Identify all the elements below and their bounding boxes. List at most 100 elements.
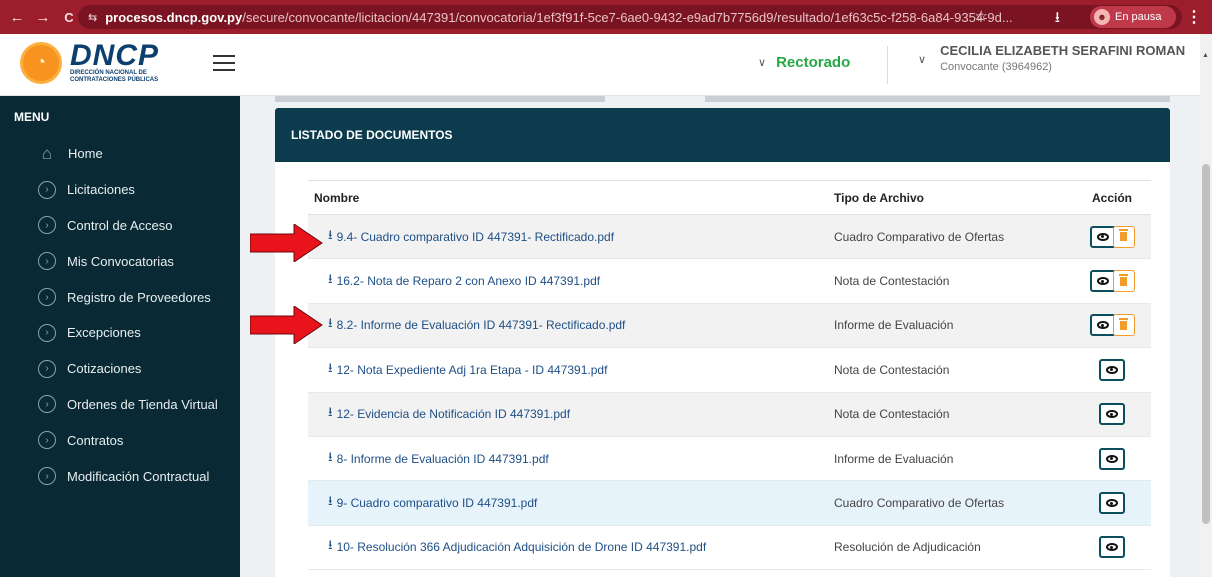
url-host: procesos.dncp.gov.py — [105, 9, 243, 25]
doc-name-cell: ⭳ 10- Resolución 366 Adjudicación Adquisi… — [308, 525, 828, 571]
dncp-logo[interactable]: ◔ DNCP DIRECCIÓN NACIONAL DE CONTRATACIO… — [20, 39, 160, 84]
download-icon: ⭳ — [328, 404, 333, 420]
doc-name: 12- Evidencia de Notificación ID 447391.… — [336, 407, 571, 422]
back-icon[interactable]: ← — [4, 9, 30, 26]
doc-type: Nota de Contestación — [828, 392, 1073, 437]
sidebar-item-mis-convocatorias[interactable]: › Mis Convocatorias — [0, 243, 240, 279]
view-button[interactable] — [1099, 358, 1125, 381]
doc-type: Informe de Evaluación — [828, 303, 1073, 349]
table-row: ⭳ 16.2- Nota de Reparo 2 con Anexo ID 447… — [308, 258, 1151, 304]
doc-name-cell: ⭳ 8- Informe de Evaluación ID 447391.pdf — [308, 436, 828, 482]
download-icon[interactable]: ⭳ — [1055, 7, 1060, 32]
download-icon: ⭳ — [328, 359, 333, 375]
hamburger-menu-icon[interactable] — [213, 55, 235, 71]
doc-actions — [1073, 392, 1151, 437]
sidebar-item-ordenes-tienda[interactable]: › Ordenes de Tienda Virtual — [0, 387, 240, 423]
sidebar-item-label: Registro de Proveedores — [67, 289, 211, 305]
bookmark-star-icon[interactable]: ☆ — [975, 7, 988, 25]
doc-name: 12- Nota Expediente Adj 1ra Etapa - ID 4… — [336, 362, 608, 377]
view-button[interactable] — [1099, 492, 1125, 515]
delete-button[interactable] — [1112, 270, 1135, 293]
sidebar-item-modificacion[interactable]: › Modificación Contractual — [0, 458, 240, 494]
doc-name-cell: ⭳ 8.2- Informe de Evaluación ID 447391- R… — [308, 303, 828, 349]
doc-download-link[interactable]: ⭳ 10- Resolución 366 Adjudicación Adquisi… — [314, 536, 706, 558]
doc-name: 16.2- Nota de Reparo 2 con Anexo ID 4473… — [336, 274, 601, 289]
logo-title: DNCP — [70, 39, 160, 72]
sidebar-item-registro-proveedores[interactable]: › Registro de Proveedores — [0, 279, 240, 315]
main-content: LISTADO DE DOCUMENTOS Nombre Tipo de Arc… — [240, 96, 1200, 577]
table-row: ⭳ 8.2- Informe de Evaluación ID 447391- R… — [308, 303, 1151, 349]
trash-icon — [1119, 317, 1128, 330]
table-row: ⭳ 12- Evidencia de Notificación ID 447391… — [308, 392, 1151, 437]
doc-type: Informe de Evaluación — [828, 436, 1073, 482]
chevron-down-icon: ∨ — [758, 57, 767, 69]
doc-type: Nota de Contestación — [828, 258, 1073, 304]
chevron-circle-icon: › — [38, 252, 56, 271]
sidebar-item-cotizaciones[interactable]: › Cotizaciones — [0, 351, 240, 387]
address-bar[interactable]: ⇆ procesos.dncp.gov.py/secure/convocante… — [78, 5, 1182, 29]
view-button[interactable] — [1089, 225, 1116, 248]
doc-name-cell: ⭳ 9- Cuadro comparativo ID 447391.pdf — [308, 480, 828, 526]
doc-download-link[interactable]: ⭳ 12- Evidencia de Notificación ID 447391… — [314, 403, 570, 425]
chevron-down-icon: ∨ — [918, 54, 927, 66]
view-button[interactable] — [1099, 536, 1125, 559]
doc-name-cell: ⭳ 16.2- Nota de Reparo 2 con Anexo ID 447… — [308, 258, 828, 304]
user-menu[interactable]: ∨ CECILIA ELIZABETH SERAFINI ROMAN Convo… — [918, 43, 1185, 73]
doc-download-link[interactable]: ⭳ 8.2- Informe de Evaluación ID 447391- R… — [314, 314, 625, 336]
url-path: /secure/convocante/licitacion/447391/con… — [242, 9, 1013, 25]
doc-download-link[interactable]: ⭳ 9- Cuadro comparativo ID 447391.pdf — [314, 492, 537, 514]
org-selector[interactable]: ∨ Rectorado — [758, 54, 850, 71]
col-action: Acción — [1073, 180, 1151, 215]
download-icon: ⭳ — [328, 226, 333, 242]
view-button[interactable] — [1089, 314, 1116, 337]
app-header: ◔ DNCP DIRECCIÓN NACIONAL DE CONTRATACIO… — [0, 34, 1212, 96]
scroll-up-icon[interactable]: ▲ — [1202, 52, 1209, 59]
profile-button[interactable]: ☻ En pausa — [1090, 6, 1176, 28]
tab-next[interactable] — [705, 96, 1170, 102]
tab-previous[interactable] — [275, 96, 605, 102]
doc-actions — [1073, 480, 1151, 526]
browser-menu-icon[interactable]: ⋮ — [1186, 7, 1202, 27]
eye-icon — [1106, 410, 1118, 419]
delete-button[interactable] — [1112, 225, 1135, 248]
table-row: ⭳ 9.4- Cuadro comparativo ID 447391- Rect… — [308, 214, 1151, 260]
doc-download-link[interactable]: ⭳ 8- Informe de Evaluación ID 447391.pdf — [314, 448, 549, 470]
doc-name: 9.4- Cuadro comparativo ID 447391- Recti… — [336, 229, 615, 244]
view-button[interactable] — [1099, 403, 1125, 426]
chevron-circle-icon: › — [38, 359, 56, 378]
doc-type: Cuadro Comparativo de Ofertas — [828, 214, 1073, 260]
doc-name-cell: ⭳ 9.4- Cuadro comparativo ID 447391- Rect… — [308, 214, 828, 260]
sidebar-item-label: Modificación Contractual — [67, 468, 210, 484]
forward-icon[interactable]: → — [30, 9, 56, 26]
sidebar-item-contratos[interactable]: › Contratos — [0, 422, 240, 458]
doc-name: 8- Informe de Evaluación ID 447391.pdf — [336, 451, 549, 466]
page-scrollbar[interactable]: ▲ — [1200, 34, 1212, 577]
sidebar-item-label: Excepciones — [67, 325, 141, 341]
table-row: ⭳ 10- Resolución 366 Adjudicación Adquisi… — [308, 525, 1151, 571]
logo-emblem-icon: ◔ — [20, 42, 62, 84]
sidebar-item-licitaciones[interactable]: › Licitaciones — [0, 172, 240, 208]
doc-download-link[interactable]: ⭳ 9.4- Cuadro comparativo ID 447391- Rect… — [314, 226, 614, 248]
sidebar: MENU ⌂ Home › Licitaciones › Control de … — [0, 96, 240, 577]
eye-icon — [1106, 543, 1118, 552]
doc-name-cell: ⭳ 12- Evidencia de Notificación ID 447391… — [308, 392, 828, 437]
menu-heading: MENU — [14, 110, 50, 124]
doc-download-link[interactable]: ⭳ 12- Nota Expediente Adj 1ra Etapa - ID … — [314, 359, 607, 381]
site-info-icon[interactable]: ⇆ — [88, 11, 97, 24]
documents-table: Nombre Tipo de Archivo Acción ⭳ 9.4- Cuad… — [308, 180, 1151, 571]
view-button[interactable] — [1099, 447, 1125, 470]
sidebar-item-home[interactable]: ⌂ Home — [0, 136, 240, 172]
logo-subtitle-2: CONTRATACIONES PÚBLICAS — [70, 77, 159, 83]
sidebar-item-label: Home — [68, 146, 103, 162]
doc-name: 8.2- Informe de Evaluación ID 447391- Re… — [336, 318, 626, 333]
sidebar-item-excepciones[interactable]: › Excepciones — [0, 315, 240, 351]
sidebar-item-control-acceso[interactable]: › Control de Acceso — [0, 208, 240, 244]
delete-button[interactable] — [1112, 314, 1135, 337]
chevron-circle-icon: › — [38, 395, 56, 414]
view-button[interactable] — [1089, 270, 1116, 293]
scroll-thumb[interactable] — [1202, 164, 1210, 524]
logo-subtitle-1: DIRECCIÓN NACIONAL DE — [70, 70, 147, 76]
doc-type: Nota de Contestación — [828, 347, 1073, 393]
doc-download-link[interactable]: ⭳ 16.2- Nota de Reparo 2 con Anexo ID 447… — [314, 270, 600, 292]
eye-icon — [1096, 232, 1109, 241]
